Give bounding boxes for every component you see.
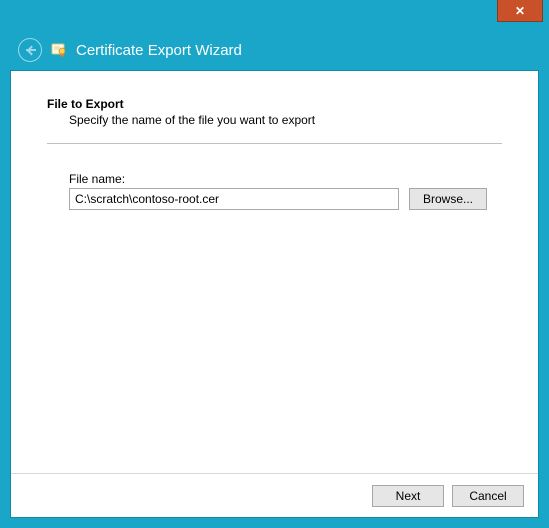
section-heading: File to Export xyxy=(47,97,502,111)
divider xyxy=(47,143,502,144)
titlebar: ✕ xyxy=(0,0,549,30)
wizard-window: ✕ Certificate Export Wizard File to Expo… xyxy=(0,0,549,528)
wizard-title: Certificate Export Wizard xyxy=(76,42,242,59)
file-row: Browse... xyxy=(69,188,502,210)
content-area: File to Export Specify the name of the f… xyxy=(10,70,539,518)
file-name-input[interactable] xyxy=(69,188,399,210)
back-button xyxy=(18,38,42,62)
close-icon: ✕ xyxy=(515,4,525,18)
wizard-footer: Next Cancel xyxy=(11,473,538,517)
close-button[interactable]: ✕ xyxy=(497,0,543,22)
content-inner: File to Export Specify the name of the f… xyxy=(11,71,538,473)
file-name-label: File name: xyxy=(69,172,502,186)
next-button[interactable]: Next xyxy=(372,485,444,507)
cancel-button[interactable]: Cancel xyxy=(452,485,524,507)
file-field-block: File name: Browse... xyxy=(69,172,502,210)
section-subheading: Specify the name of the file you want to… xyxy=(69,113,502,127)
browse-button[interactable]: Browse... xyxy=(409,188,487,210)
wizard-header: Certificate Export Wizard xyxy=(0,30,549,70)
certificate-icon xyxy=(50,41,68,59)
